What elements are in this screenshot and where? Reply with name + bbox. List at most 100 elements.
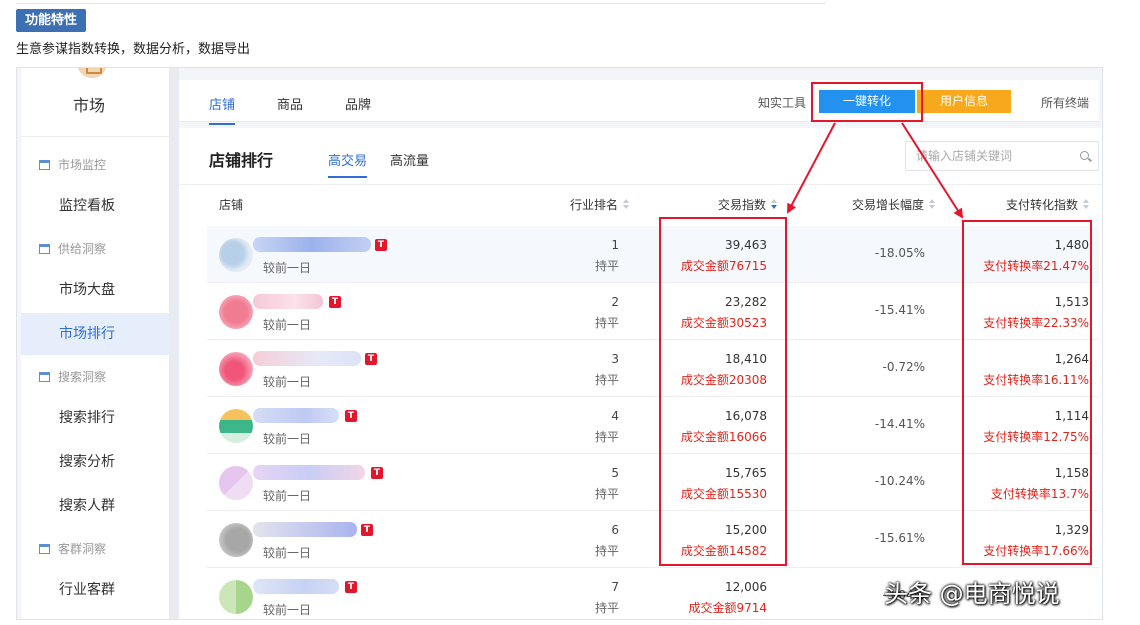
- tab-high-trade[interactable]: 高交易: [328, 150, 368, 178]
- column-header-rank[interactable]: 行业排名: [570, 196, 630, 213]
- pay-conversion-index-value: 1,513: [1054, 295, 1089, 309]
- feature-description: 生意参谋指数转换，数据分析，数据导出: [16, 42, 251, 57]
- tmall-badge-icon: T: [329, 296, 341, 308]
- watermark: 头条 @电商悦说: [884, 580, 1060, 608]
- rank-change: 持平: [594, 259, 619, 273]
- compare-previous-day-label: 较前一日: [263, 375, 312, 389]
- sidebar-item-search-audience[interactable]: 搜索人群: [21, 485, 169, 527]
- trade-index-value: 23,282: [725, 295, 767, 309]
- tab-shop[interactable]: 店铺: [209, 94, 236, 125]
- one-click-convert-button[interactable]: 一键转化: [819, 90, 915, 113]
- sidebar-item-monitor-board[interactable]: 监控看板: [21, 185, 169, 227]
- sidebar-group-market-monitor: 市场监控: [39, 156, 106, 173]
- rank-value: 1: [611, 238, 619, 252]
- sidebar-item-market-overview[interactable]: 市场大盘: [21, 269, 169, 311]
- shop-name-blurred[interactable]: [253, 522, 357, 537]
- compare-previous-day-label: 较前一日: [263, 432, 312, 446]
- shop-search-input[interactable]: [906, 142, 1071, 170]
- column-header-label: 交易增长幅度: [852, 198, 925, 212]
- shop-name-blurred[interactable]: [253, 237, 371, 252]
- building-icon: [39, 371, 50, 382]
- tab-high-traffic[interactable]: 高流量: [390, 150, 429, 169]
- trade-amount-value: 成交金额14582: [680, 544, 767, 558]
- column-header-trade-growth[interactable]: 交易增长幅度: [852, 196, 936, 213]
- sidebar-scrollbar[interactable]: [169, 68, 179, 619]
- trade-index-value: 12,006: [725, 580, 767, 594]
- sidebar-item-search-ranking[interactable]: 搜索排行: [21, 397, 169, 439]
- trade-index-value: 15,200: [725, 523, 767, 537]
- building-icon: [39, 243, 50, 254]
- column-header-trade-index[interactable]: 交易指数: [718, 196, 778, 213]
- sort-desc-icon[interactable]: [771, 199, 778, 210]
- trade-index-value: 18,410: [725, 352, 767, 366]
- pay-conversion-index-value: 1,480: [1054, 238, 1089, 252]
- building-icon: [39, 543, 50, 554]
- pay-conversion-rate-value: 支付转换率12.75%: [983, 430, 1089, 444]
- table-row[interactable]: T 较前一日 2 持平 23,282 成交金额30523 -15.41% 1,5…: [207, 283, 1099, 340]
- pay-conversion-index-value: 1,114: [1054, 409, 1089, 423]
- sidebar-item-label: 市场排行: [59, 326, 115, 342]
- column-header-pay-conversion[interactable]: 支付转化指数: [1006, 196, 1090, 213]
- rank-value: 5: [611, 466, 619, 480]
- rank-value: 7: [611, 580, 619, 594]
- tab-brand[interactable]: 品牌: [345, 94, 371, 113]
- shop-avatar: [219, 523, 253, 557]
- compare-previous-day-label: 较前一日: [263, 546, 312, 560]
- cell-trade-growth: -15.41%: [874, 303, 925, 317]
- sidebar-group-label: 客群洞察: [58, 542, 107, 556]
- sort-icon[interactable]: [1083, 199, 1090, 210]
- shop-name-blurred[interactable]: [253, 294, 323, 309]
- column-header-label: 支付转化指数: [1006, 198, 1079, 212]
- terminal-select[interactable]: 所有终端: [1041, 94, 1089, 111]
- app-screenshot-frame: 市场 市场监控 监控看板 供给洞察 市场大盘 市场排行 搜索洞察 搜索排行 搜索…: [16, 67, 1103, 620]
- sidebar-group-label: 供给洞察: [58, 242, 107, 256]
- sidebar-item-label: 市场大盘: [59, 282, 115, 298]
- cell-trade-growth: -15.61%: [874, 531, 925, 545]
- rank-change: 持平: [594, 544, 619, 558]
- trade-index-value: 39,463: [725, 238, 767, 252]
- tab-product[interactable]: 商品: [277, 94, 303, 113]
- column-header-label: 交易指数: [718, 198, 767, 212]
- user-info-button[interactable]: 用户信息: [917, 90, 1011, 113]
- trade-index-value: 15,765: [725, 466, 767, 480]
- sort-icon[interactable]: [623, 199, 630, 210]
- shop-name-blurred[interactable]: [253, 465, 365, 480]
- trade-amount-value: 成交金额15530: [680, 487, 767, 501]
- cell-trade-growth: -18.05%: [874, 246, 925, 260]
- pay-conversion-rate-value: 支付转换率17.66%: [983, 544, 1089, 558]
- shop-avatar: [219, 409, 253, 443]
- feature-tag: 功能特性: [16, 9, 87, 32]
- sidebar-group-label: 搜索洞察: [58, 370, 107, 384]
- rank-value: 3: [611, 352, 619, 366]
- shop-name-blurred[interactable]: [253, 579, 339, 594]
- table-row[interactable]: T 较前一日 5 持平 15,765 成交金额15530 -10.24% 1,1…: [207, 454, 1099, 511]
- shop-avatar: [219, 238, 253, 272]
- sidebar-item-search-analysis[interactable]: 搜索分析: [21, 441, 169, 483]
- panel-divider: [179, 184, 1102, 185]
- sidebar-item-industry-customers[interactable]: 行业客群: [21, 569, 169, 611]
- cell-trade-growth: -14.41%: [874, 417, 925, 431]
- table-row[interactable]: T 较前一日 3 持平 18,410 成交金额20308 -0.72% 1,26…: [207, 340, 1099, 397]
- sidebar-item-label: 搜索排行: [59, 410, 115, 426]
- table-row[interactable]: T 较前一日 1 持平 39,463 成交金额76715 -18.05% 1,4…: [207, 226, 1099, 283]
- rank-change: 持平: [594, 316, 619, 330]
- shop-name-blurred[interactable]: [253, 408, 339, 423]
- sort-icon[interactable]: [929, 199, 936, 210]
- tool-label: 知实工具 :: [758, 96, 814, 110]
- trade-amount-value: 成交金额20308: [680, 373, 767, 387]
- tmall-badge-icon: T: [371, 467, 383, 479]
- rank-value: 2: [611, 295, 619, 309]
- pay-conversion-index-value: 1,264: [1054, 352, 1089, 366]
- tmall-badge-icon: T: [345, 581, 357, 593]
- shop-avatar: [219, 352, 253, 386]
- sidebar-divider: [21, 136, 169, 137]
- table-row[interactable]: T 较前一日 6 持平 15,200 成交金额14582 -15.61% 1,3…: [207, 511, 1099, 568]
- tmall-badge-icon: T: [361, 524, 373, 536]
- table-row[interactable]: T 较前一日 4 持平 16,078 成交金额16066 -14.41% 1,1…: [207, 397, 1099, 454]
- panel-title: 店铺排行: [209, 151, 274, 170]
- compare-previous-day-label: 较前一日: [263, 261, 312, 275]
- search-icon[interactable]: [1080, 151, 1089, 160]
- sidebar-item-market-ranking[interactable]: 市场排行: [21, 313, 169, 355]
- rank-change: 持平: [594, 430, 619, 444]
- shop-name-blurred[interactable]: [253, 351, 361, 366]
